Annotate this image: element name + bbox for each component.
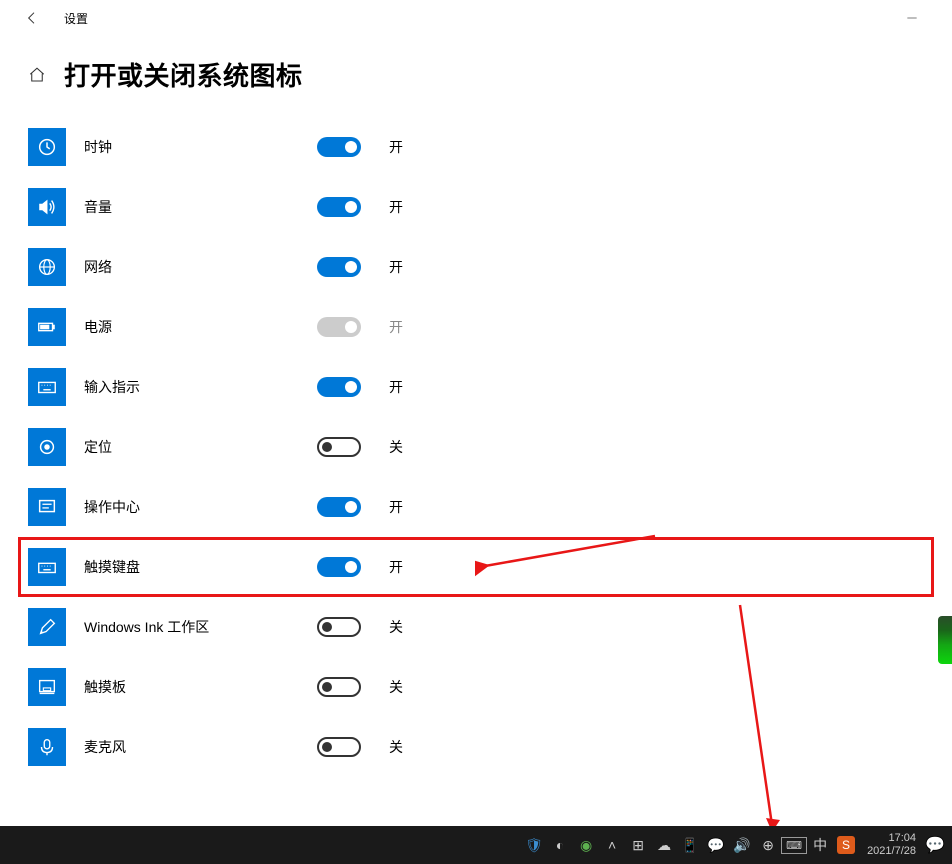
tray-chevron-up-icon[interactable]: ˄ (603, 836, 621, 854)
setting-label-location: 定位 (84, 437, 299, 457)
taskbar-time: 17:04 (888, 832, 916, 845)
setting-label-clock: 时钟 (84, 137, 299, 157)
toggle-label-volume: 开 (389, 197, 403, 217)
setting-row-network: 网络 开 (28, 237, 924, 297)
setting-row-touch-keyboard: 触摸键盘 开 (18, 537, 934, 597)
tray-wechat-icon[interactable]: 💬 (707, 836, 725, 854)
setting-row-clock: 时钟 开 (28, 117, 924, 177)
setting-row-windows-ink: Windows Ink 工作区 关 (28, 597, 924, 657)
home-icon[interactable] (28, 66, 46, 84)
globe-icon (28, 248, 66, 286)
tray-shield-icon[interactable]: 🛡 (525, 836, 543, 854)
toggle-label-touch-keyboard: 开 (389, 557, 403, 577)
titlebar: 设置 (0, 0, 952, 36)
tray-ime-lang[interactable]: 中 (811, 836, 829, 854)
mic-icon (28, 728, 66, 766)
toggle-windows-ink[interactable] (317, 617, 361, 637)
touch-keyboard-icon (28, 548, 66, 586)
toggle-label-location: 关 (389, 437, 403, 457)
setting-label-touchpad: 触摸板 (84, 677, 299, 697)
toggle-location[interactable] (317, 437, 361, 457)
taskbar: 🛡 ◐ ◉ ˄ ⊞ ☁ 📱 💬 🔊 ⊕ ⌨ 中 S 17:04 2021/7/2… (0, 826, 952, 864)
toggle-label-power: 开 (389, 317, 403, 337)
touchpad-icon (28, 668, 66, 706)
tray-nvidia-icon[interactable]: ◉ (577, 836, 595, 854)
minimize-button[interactable] (896, 11, 928, 25)
notification-icon[interactable]: 💬 (926, 836, 944, 854)
toggle-action-center[interactable] (317, 497, 361, 517)
tray-mobile-icon[interactable]: 📱 (681, 836, 699, 854)
page-title: 打开或关闭系统图标 (64, 56, 303, 93)
pen-icon (28, 608, 66, 646)
taskbar-date: 2021/7/28 (867, 845, 916, 858)
toggle-volume[interactable] (317, 197, 361, 217)
setting-row-microphone: 麦克风 关 (28, 717, 924, 777)
message-icon (28, 488, 66, 526)
settings-list: 时钟开音量开网络开电源开输入指示开定位关操作中心开触摸键盘开Windows In… (0, 113, 952, 781)
setting-label-action-center: 操作中心 (84, 497, 299, 517)
setting-label-touch-keyboard: 触摸键盘 (84, 557, 299, 577)
toggle-label-network: 开 (389, 257, 403, 277)
setting-row-power: 电源 开 (28, 297, 924, 357)
toggle-clock[interactable] (317, 137, 361, 157)
volume-icon (28, 188, 66, 226)
toggle-label-action-center: 开 (389, 497, 403, 517)
keyboard-icon (28, 368, 66, 406)
taskbar-clock[interactable]: 17:04 2021/7/28 (867, 832, 916, 858)
toggle-power (317, 317, 361, 337)
setting-row-location: 定位 关 (28, 417, 924, 477)
toggle-input-indicator[interactable] (317, 377, 361, 397)
toggle-network[interactable] (317, 257, 361, 277)
toggle-microphone[interactable] (317, 737, 361, 757)
page-header: 打开或关闭系统图标 (0, 36, 952, 113)
toggle-label-microphone: 关 (389, 737, 403, 757)
setting-row-input-indicator: 输入指示 开 (28, 357, 924, 417)
tray-volume-icon[interactable]: 🔊 (733, 836, 751, 854)
setting-label-windows-ink: Windows Ink 工作区 (84, 617, 299, 637)
toggle-label-input-indicator: 开 (389, 377, 403, 397)
setting-row-action-center: 操作中心 开 (28, 477, 924, 537)
tray-app-icon[interactable]: ◐ (551, 836, 569, 854)
setting-label-input-indicator: 输入指示 (84, 377, 299, 397)
toggle-label-touchpad: 关 (389, 677, 403, 697)
setting-label-volume: 音量 (84, 197, 299, 217)
setting-row-touchpad: 触摸板 关 (28, 657, 924, 717)
tray-icons: 🛡 ◐ ◉ ˄ ⊞ ☁ 📱 💬 🔊 ⊕ ⌨ 中 S (525, 836, 855, 854)
toggle-touchpad[interactable] (317, 677, 361, 697)
toggle-label-windows-ink: 关 (389, 617, 403, 637)
tray-sogou-icon[interactable]: S (837, 836, 855, 854)
setting-label-power: 电源 (84, 317, 299, 337)
back-button[interactable] (20, 6, 44, 30)
toggle-label-clock: 开 (389, 137, 403, 157)
setting-row-volume: 音量 开 (28, 177, 924, 237)
target-icon (28, 428, 66, 466)
setting-label-microphone: 麦克风 (84, 737, 299, 757)
side-widget[interactable] (938, 616, 952, 664)
titlebar-label: 设置 (64, 10, 88, 27)
tray-onedrive-icon[interactable]: ☁ (655, 836, 673, 854)
clock-icon (28, 128, 66, 166)
setting-label-network: 网络 (84, 257, 299, 277)
tray-ime-icon[interactable]: ⌨ (785, 836, 803, 854)
toggle-touch-keyboard[interactable] (317, 557, 361, 577)
tray-network-icon[interactable]: ⊕ (759, 836, 777, 854)
battery-icon (28, 308, 66, 346)
tray-app2-icon[interactable]: ⊞ (629, 836, 647, 854)
